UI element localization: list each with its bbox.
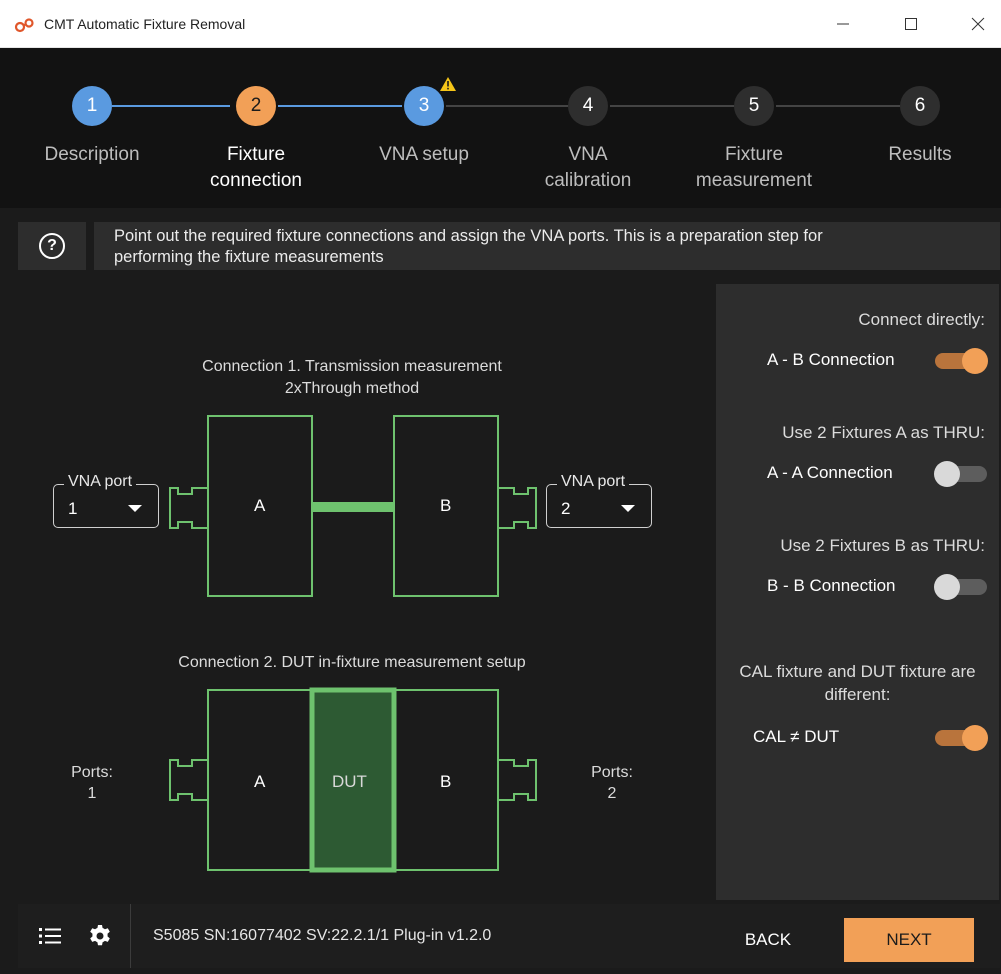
- toggle-knob: [962, 348, 988, 374]
- step-connector: [776, 105, 900, 107]
- thru-line: [312, 502, 394, 512]
- step-number: 3: [418, 95, 430, 116]
- bb-heading: Use 2 Fixtures B as THRU:: [780, 536, 985, 555]
- help-button[interactable]: ?: [18, 222, 86, 270]
- cal-dut-label: CAL ≠ DUT: [753, 727, 840, 746]
- fixture-b2-label: B: [440, 772, 452, 791]
- toggle-knob: [962, 725, 988, 751]
- wizard-stepper: 1 2 3 4 5 6 Description Fixture connectio…: [0, 48, 1001, 208]
- close-button[interactable]: [955, 0, 1001, 48]
- cmt-logo-icon: [14, 18, 34, 33]
- ab-connection-label: A - B Connection: [767, 350, 895, 369]
- close-icon: [971, 17, 985, 31]
- step-connector: [610, 105, 734, 107]
- footer-divider: [130, 904, 131, 968]
- connect-directly-heading: Connect directly:: [858, 310, 985, 329]
- step-2-label: Fixture connection: [210, 144, 302, 191]
- warning-icon: [440, 77, 456, 91]
- step-5-circle[interactable]: 5: [734, 86, 774, 126]
- step-6-label: Results: [888, 144, 952, 165]
- step-4-label: VNA calibration: [544, 144, 632, 191]
- next-button[interactable]: NEXT: [844, 918, 974, 962]
- aa-connection-label: A - A Connection: [767, 463, 893, 482]
- cal-dut-heading: CAL fixture and DUT fixture are differen…: [739, 662, 976, 704]
- vna-port-value: 1: [68, 499, 78, 518]
- cal-dut-toggle[interactable]: [935, 725, 988, 751]
- description-line: Point out the required fixture connectio…: [114, 227, 823, 245]
- footer-bar: S5085 SN:16077402 SV:22.2.1/1 Plug-in v1…: [18, 904, 1000, 968]
- step-description: Point out the required fixture connectio…: [94, 222, 1000, 270]
- step-connector: [278, 105, 402, 107]
- description-line: performing the fixture measurements: [114, 248, 384, 266]
- step-connector: [446, 105, 568, 107]
- question-circle-icon: ?: [39, 233, 65, 259]
- step-number: 5: [748, 95, 760, 116]
- back-button[interactable]: BACK: [723, 918, 813, 962]
- step-5-label: Fixture measurement: [695, 144, 813, 191]
- vna-port-legend: VNA port: [557, 473, 630, 491]
- gear-icon[interactable]: [88, 924, 112, 948]
- dut-label: DUT: [332, 772, 367, 791]
- step-3-circle[interactable]: 3: [404, 86, 444, 126]
- step-4-circle[interactable]: 4: [568, 86, 608, 126]
- aa-heading: Use 2 Fixtures A as THRU:: [782, 423, 985, 442]
- minimize-button[interactable]: [820, 0, 866, 48]
- step-6-circle[interactable]: 6: [900, 86, 940, 126]
- connection-1-drawing: [169, 415, 537, 873]
- ports-left: Ports: 1: [71, 764, 113, 802]
- app-window: CMT Automatic Fixture Removal 1 2 3 4 5 …: [0, 0, 1001, 974]
- fixture-a2-label: A: [254, 772, 266, 791]
- ports-right: Ports: 2: [591, 764, 633, 802]
- dropdown-arrow-icon: [621, 505, 635, 512]
- fixture-b-label: B: [440, 496, 452, 515]
- vna-port-value: 2: [561, 499, 571, 518]
- bb-connection-toggle[interactable]: [934, 574, 987, 600]
- title-bar: CMT Automatic Fixture Removal: [0, 0, 1001, 48]
- fixture-a-label: A: [254, 496, 266, 515]
- step-1-label: Description: [44, 144, 140, 165]
- bb-connection-label: B - B Connection: [767, 576, 896, 595]
- step-number: 4: [582, 95, 594, 116]
- step-connector: [112, 105, 230, 107]
- connection-2-title: Connection 2. DUT in-fixture measurement…: [178, 654, 526, 671]
- toggle-knob: [934, 574, 960, 600]
- maximize-button[interactable]: [888, 0, 934, 48]
- description-bar: ? Point out the required fixture connect…: [18, 222, 1000, 270]
- device-info: S5085 SN:16077402 SV:22.2.1/1 Plug-in v1…: [153, 927, 492, 944]
- step-number: 6: [914, 95, 926, 116]
- toggle-knob: [934, 461, 960, 487]
- vna-port-left-select[interactable]: VNA port 1: [53, 473, 159, 528]
- vna-port-right-select[interactable]: VNA port 2: [546, 473, 652, 528]
- dropdown-arrow-icon: [128, 505, 142, 512]
- vna-port-legend: VNA port: [64, 473, 137, 491]
- step-1-circle[interactable]: 1: [72, 86, 112, 126]
- connection-options-panel: Connect directly: A - B Connection Use 2…: [716, 284, 999, 900]
- list-icon[interactable]: [38, 924, 62, 948]
- step-number: 2: [250, 95, 262, 116]
- window-title: CMT Automatic Fixture Removal: [44, 16, 246, 32]
- aa-connection-toggle[interactable]: [934, 461, 987, 487]
- ab-connection-toggle[interactable]: [935, 348, 988, 374]
- step-2-circle[interactable]: 2: [236, 86, 276, 126]
- maximize-icon: [905, 18, 917, 30]
- minimize-icon: [837, 23, 849, 25]
- connection-diagram: Connection 1. Transmission measurement 2…: [18, 284, 712, 900]
- step-3-label: VNA setup: [379, 144, 469, 165]
- step-number: 1: [86, 95, 98, 116]
